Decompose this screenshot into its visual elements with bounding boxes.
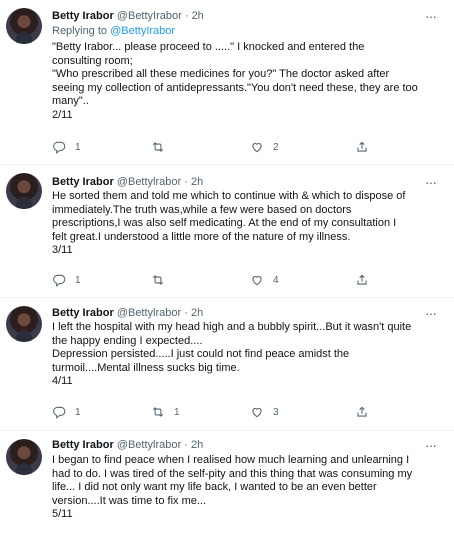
display-name[interactable]: Betty Irabor [52,176,114,188]
like-button[interactable]: 2 [250,139,279,155]
reply-button[interactable]: 1 [52,139,81,155]
tweet[interactable]: Betty Irabor @Bettylrabor · 2h ··· I lef… [0,298,454,426]
tweet-actions: 1 1 3 [52,404,382,420]
handle[interactable]: @BettyIrabor [117,10,182,22]
like-icon [252,408,262,418]
share-button[interactable] [355,404,369,420]
share-button[interactable] [355,272,369,288]
tweet-actions: 1 2 [52,139,382,155]
like-count: 3 [273,406,279,418]
tweet-line: had to do. I was tired of the self-pity … [52,467,413,480]
handle[interactable]: @Bettylrabor [117,307,181,319]
timestamp[interactable]: · 2h [184,307,203,319]
reply-button[interactable]: 1 [52,272,81,288]
more-icon[interactable]: ··· [425,9,437,23]
avatar[interactable] [6,173,42,209]
like-button[interactable]: 3 [250,404,279,420]
more-icon[interactable]: ··· [425,438,437,452]
more-icon[interactable]: ··· [425,306,437,320]
tweet-text: I began to find peace when I realised ho… [52,454,437,522]
timestamp[interactable]: · 2h [184,176,203,188]
tweet-line: He sorted them and told me which to cont… [52,190,406,202]
avatar[interactable] [6,8,42,44]
replying-to: Replying to @BettyIrabor [52,24,175,38]
tweet-text: I left the hospital with my head high an… [52,321,437,389]
tweet-line: consulting room; [52,54,133,67]
avatar[interactable] [6,306,42,342]
reply-icon [53,274,66,287]
tweet[interactable]: Betty Irabor @BettyIrabor · 2h ··· Reply… [0,0,454,160]
reply-count: 1 [75,141,81,153]
tweet-header: Betty Irabor @Bettylrabor · 2h [52,175,203,189]
tweet-actions: 1 4 [52,272,382,288]
like-count: 4 [273,274,279,286]
reply-icon [53,406,66,419]
like-icon [252,276,262,286]
tweet-line: version....It was time to fix me... [52,494,207,507]
share-icon [357,141,367,152]
replying-prefix: Replying to [52,25,111,37]
tweet-line: 5/11 [52,508,73,520]
display-name[interactable]: Betty Irabor [52,10,114,22]
reply-button[interactable]: 1 [52,404,81,420]
tweet-line: immediately.The truth was,while a few we… [52,203,352,216]
tweet-line: seeing my collection of antidepressants.… [52,81,418,94]
retweet-button[interactable] [151,139,174,155]
tweet-header: Betty Irabor @Bettylrabor · 2h [52,306,203,320]
tweet-line: life... I did not only want my life back… [52,481,377,493]
retweet-icon [152,142,164,152]
tweet-line: "Who prescribed all these medicines for … [52,68,390,80]
tweet-line: I left the hospital with my head high an… [52,321,412,333]
tweet-line: the happy ending I expected.... [52,334,203,347]
avatar[interactable] [6,439,42,475]
tweet-line: many".. [52,95,89,107]
handle[interactable]: @Bettylrabor [117,176,181,188]
more-icon[interactable]: ··· [425,175,437,189]
retweet-icon [152,275,164,285]
tweet-line: "Betty Irabor... please proceed to .....… [52,41,365,53]
share-icon [357,274,367,285]
tweet-line: I began to find peace when I realised ho… [52,454,410,466]
tweet[interactable]: Betty Irabor @Bettylrabor · 2h ··· I beg… [0,431,454,535]
timestamp[interactable]: · 2h [184,439,203,451]
share-icon [357,406,367,417]
retweet-button[interactable] [151,272,174,288]
timestamp[interactable]: · 2h [185,10,204,22]
tweet-header: Betty Irabor @Bettylrabor · 2h [52,438,203,452]
retweet-count: 1 [174,406,180,418]
tweet-text: He sorted them and told me which to cont… [52,190,437,258]
tweet-line: 4/11 [52,375,73,387]
tweet-line: Depression persisted.....I just could no… [52,348,350,360]
tweet-line: prescriptions,I was also self medicating… [52,217,397,229]
reply-count: 1 [75,274,81,286]
tweet-text: "Betty Irabor... please proceed to .....… [52,41,437,122]
tweet-header: Betty Irabor @BettyIrabor · 2h [52,9,204,23]
display-name[interactable]: Betty Irabor [52,439,114,451]
share-button[interactable] [355,139,369,155]
like-button[interactable]: 4 [250,272,279,288]
tweet-line: 3/11 [52,244,73,256]
retweet-icon [152,407,164,417]
retweet-button[interactable]: 1 [151,404,180,420]
replying-to-link[interactable]: @BettyIrabor [110,25,175,37]
handle[interactable]: @Bettylrabor [117,439,181,451]
tweet-line: felt great.I understood a little more of… [52,230,351,243]
tweet-line: turmoil....Mental illness sucks big time… [52,361,240,374]
display-name[interactable]: Betty Irabor [52,307,114,319]
reply-icon [53,141,66,154]
reply-count: 1 [75,406,81,418]
tweet[interactable]: Betty Irabor @Bettylrabor · 2h ··· He so… [0,165,454,293]
tweet-line: 2/11 [52,108,73,121]
like-icon [252,143,262,153]
like-count: 2 [273,141,279,153]
